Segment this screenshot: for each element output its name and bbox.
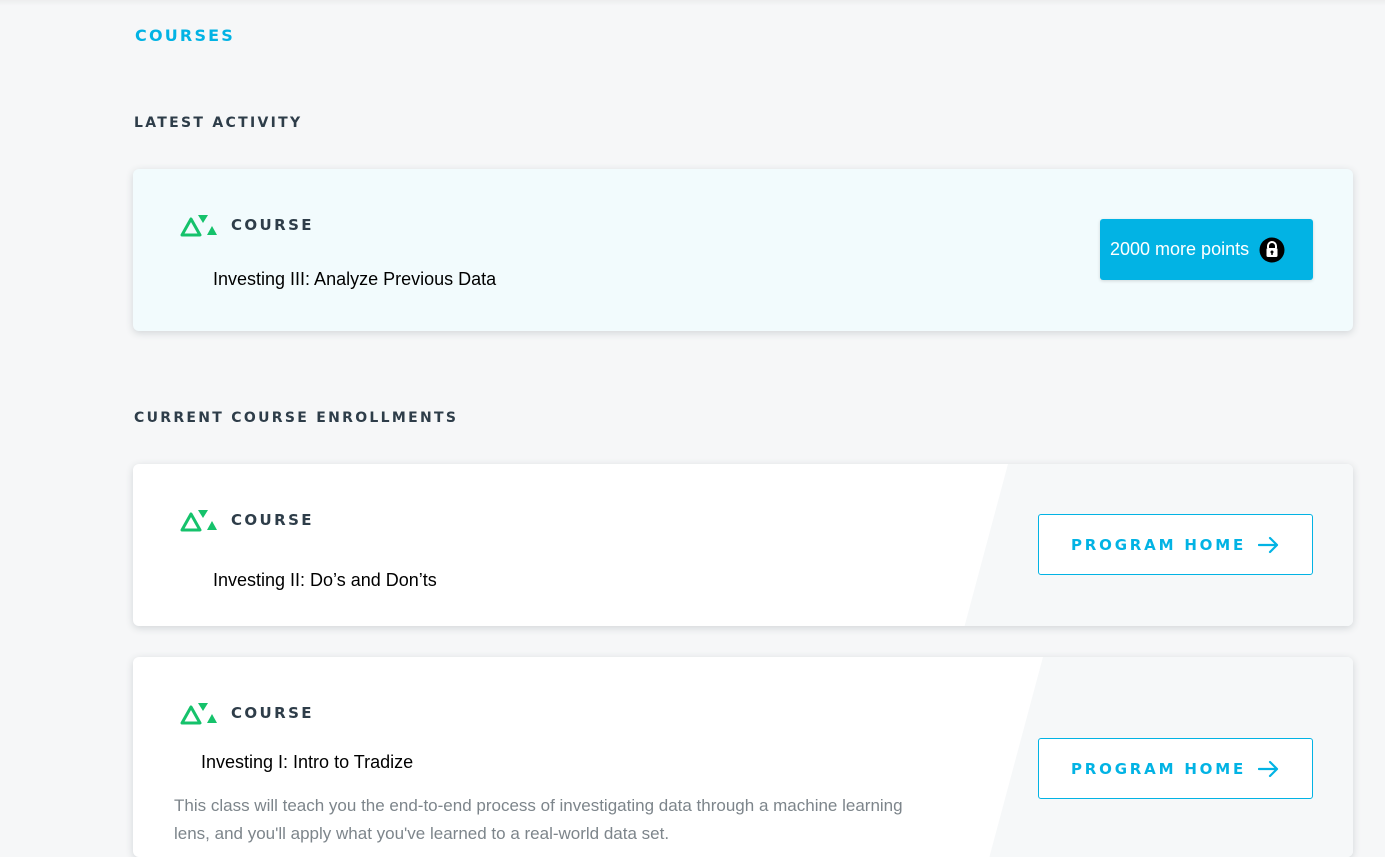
- course-title[interactable]: Investing III: Analyze Previous Data: [213, 269, 496, 290]
- course-brand: COURSE: [180, 701, 314, 725]
- course-title[interactable]: Investing I: Intro to Tradize: [201, 752, 413, 773]
- latest-activity-card[interactable]: COURSE Investing III: Analyze Previous D…: [133, 169, 1353, 331]
- course-description: This class will teach you the end-to-end…: [174, 796, 903, 843]
- program-home-label: PROGRAM HOME: [1071, 535, 1246, 554]
- program-home-button[interactable]: PROGRAM HOME: [1038, 738, 1313, 799]
- course-type-label: COURSE: [231, 511, 314, 529]
- courses-nav-link[interactable]: COURSES: [135, 26, 235, 45]
- latest-activity-heading: LATEST ACTIVITY: [134, 115, 303, 131]
- course-type-label: COURSE: [231, 704, 314, 722]
- brand-logo-icon: [180, 215, 217, 237]
- arrow-right-icon: [1258, 760, 1279, 777]
- course-brand: COURSE: [180, 508, 314, 532]
- course-type-label: COURSE: [231, 216, 314, 234]
- course-brand: COURSE: [180, 213, 314, 237]
- lock-icon: [1259, 237, 1285, 262]
- points-required-label: 2000 more points: [1110, 239, 1250, 259]
- program-home-label: PROGRAM HOME: [1071, 759, 1246, 778]
- enrollment-card[interactable]: COURSE Investing II: Do’s and Don’ts PRO…: [133, 464, 1353, 626]
- program-home-button[interactable]: PROGRAM HOME: [1038, 514, 1313, 575]
- top-bar-shadow: [0, 0, 1385, 6]
- course-title[interactable]: Investing II: Do’s and Don’ts: [213, 570, 437, 591]
- locked-points-button[interactable]: 2000 more points: [1100, 219, 1313, 280]
- brand-logo-icon: [180, 703, 217, 725]
- brand-logo-icon: [180, 510, 217, 532]
- arrow-right-icon: [1258, 536, 1279, 553]
- enrollments-heading: CURRENT COURSE ENROLLMENTS: [134, 410, 459, 426]
- enrollment-card[interactable]: COURSE Investing I: Intro to Tradize Thi…: [133, 657, 1353, 857]
